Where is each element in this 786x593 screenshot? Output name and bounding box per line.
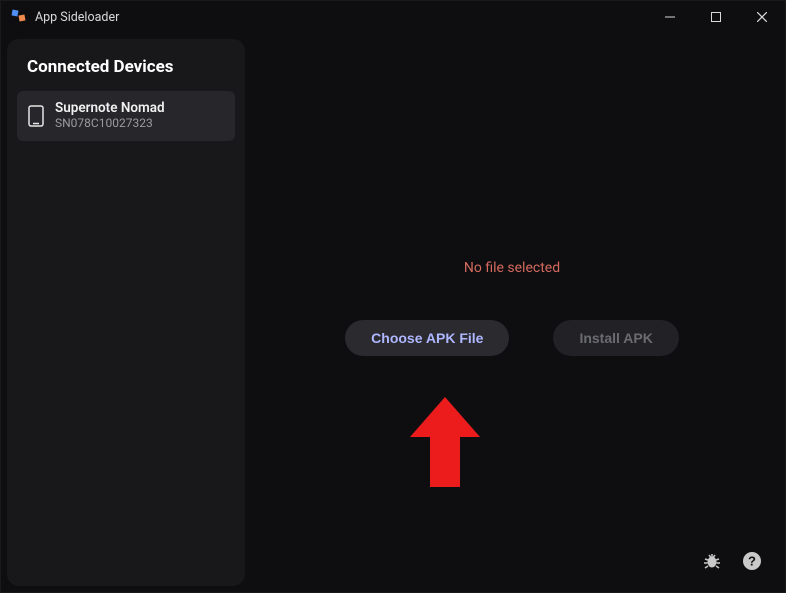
window-body: Connected Devices Supernote Nomad SN078C… <box>1 33 785 592</box>
sidebar: Connected Devices Supernote Nomad SN078C… <box>7 39 245 586</box>
device-name: Supernote Nomad <box>55 100 165 116</box>
minimize-button[interactable] <box>647 1 693 33</box>
bottom-icons: ? <box>701 550 763 572</box>
choose-apk-button[interactable]: Choose APK File <box>345 320 509 356</box>
main-panel: No file selected Choose APK File Install… <box>245 39 779 586</box>
app-title: App Sideloader <box>35 10 119 25</box>
hint-arrow-icon <box>410 397 480 487</box>
titlebar: App Sideloader <box>1 1 785 33</box>
maximize-button[interactable] <box>693 1 739 33</box>
close-button[interactable] <box>739 1 785 33</box>
device-text: Supernote Nomad SN078C10027323 <box>55 100 165 132</box>
device-item[interactable]: Supernote Nomad SN078C10027323 <box>17 91 235 141</box>
device-serial: SN078C10027323 <box>55 116 165 132</box>
sidebar-title: Connected Devices <box>13 53 239 91</box>
help-icon[interactable]: ? <box>741 550 763 572</box>
install-apk-button[interactable]: Install APK <box>553 320 678 356</box>
app-window: App Sideloader Connected Devices <box>0 0 786 593</box>
debug-icon[interactable] <box>701 550 723 572</box>
tablet-icon <box>27 103 45 129</box>
app-icon <box>11 9 27 25</box>
button-row: Choose APK File Install APK <box>345 320 679 356</box>
status-text: No file selected <box>464 260 560 276</box>
svg-text:?: ? <box>748 554 756 569</box>
